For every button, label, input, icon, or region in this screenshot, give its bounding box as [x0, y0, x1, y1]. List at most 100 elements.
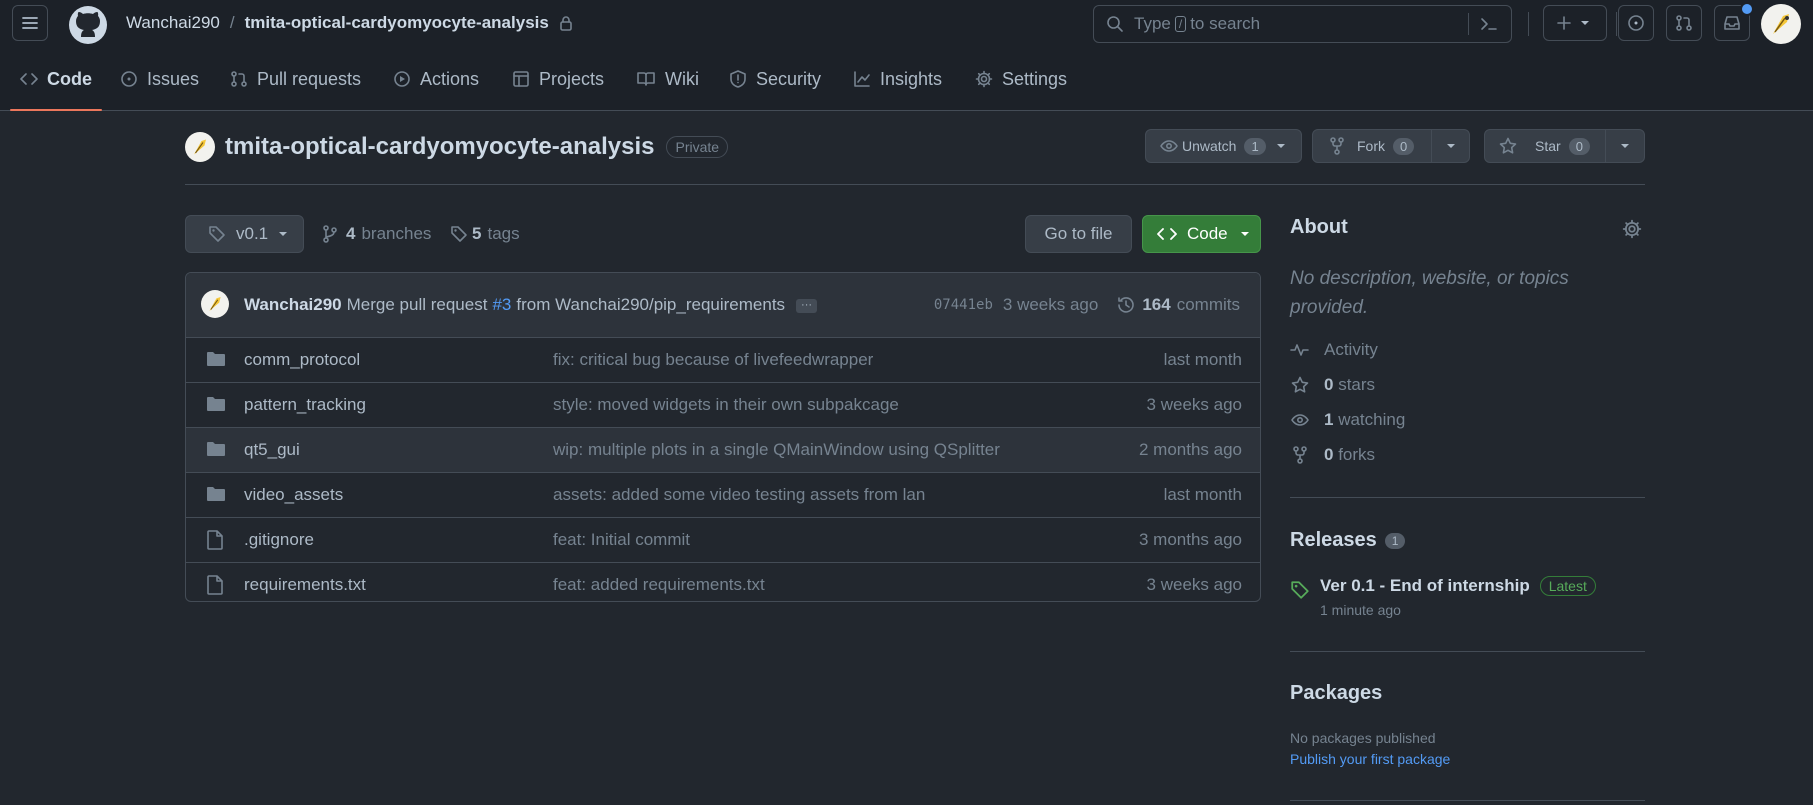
commit-message-suffix: from Wanchai290/pip_requirements [516, 295, 786, 314]
packages-heading[interactable]: Packages [1290, 682, 1382, 705]
menu-button[interactable] [12, 5, 48, 41]
avatar-image [1773, 14, 1789, 34]
github-logo[interactable] [68, 5, 108, 45]
watchers-link[interactable]: 1 watching [1290, 410, 1405, 430]
file-icon-wrap [206, 575, 224, 595]
commit-age: 3 weeks ago [1002, 295, 1099, 314]
commit-expand-button[interactable]: ··· [796, 299, 818, 313]
branch-icon [323, 225, 337, 243]
release-item[interactable]: Ver 0.1 - End of internship Latest 1 min… [1290, 576, 1596, 618]
commits-history-link[interactable]: 164 commits [1116, 295, 1240, 315]
issues-button[interactable] [1618, 5, 1654, 41]
book-icon [637, 72, 655, 86]
file-row[interactable]: .gitignore feat: Initial commit 3 months a… [186, 517, 1260, 562]
branches-link[interactable]: 4 branches [322, 224, 431, 244]
file-row[interactable]: pattern_tracking style: moved widgets in … [186, 382, 1260, 427]
file-row[interactable]: video_assets assets: added some video tes… [186, 472, 1260, 517]
pull-request-icon [231, 71, 247, 87]
tab-wiki[interactable]: Wiki [636, 48, 699, 110]
chevron-down-icon [1446, 144, 1455, 148]
tab-label: Pull requests [257, 68, 362, 89]
file-commit-age: 3 months ago [1138, 530, 1242, 549]
tags-link[interactable]: 5 tags [450, 224, 520, 244]
tab-actions[interactable]: Actions [393, 48, 479, 110]
fork-button[interactable]: Fork 0 [1313, 130, 1432, 162]
publish-package-link[interactable]: Publish your first package [1290, 751, 1450, 767]
code-button[interactable]: Code [1142, 215, 1261, 253]
tag-icon [209, 226, 225, 242]
star-button-group: Star 0 [1484, 129, 1645, 163]
inbox-button[interactable] [1714, 2, 1754, 41]
notification-dot [1740, 2, 1754, 16]
branch-selector[interactable]: v0.1 [185, 215, 304, 253]
file-row[interactable]: qt5_gui wip: multiple plots in a single Q… [186, 427, 1260, 472]
commit-pr-link[interactable]: #3 [492, 295, 511, 315]
file-commit-message[interactable]: wip: multiple plots in a single QMainWin… [553, 440, 1000, 460]
tab-label: Insights [880, 68, 943, 89]
forks-link[interactable]: 0 forks [1290, 445, 1375, 465]
file-commit-message[interactable]: feat: Initial commit [553, 530, 690, 550]
commit-author-avatar[interactable] [201, 290, 229, 318]
star-dropdown[interactable] [1606, 143, 1644, 149]
repo-title[interactable]: tmita-optical-cardyomyocyte-analysis [225, 133, 654, 161]
tab-label: Actions [420, 68, 480, 89]
file-name[interactable]: .gitignore [244, 530, 314, 550]
command-palette-icon[interactable] [1479, 16, 1499, 32]
commit-sha[interactable]: 07441eb [934, 297, 993, 313]
avatar[interactable] [1761, 4, 1801, 44]
branches-count: 4 [346, 224, 356, 243]
go-to-file-button[interactable]: Go to file [1025, 215, 1132, 253]
release-name: Ver 0.1 - End of internship [1320, 576, 1530, 595]
file-name[interactable]: requirements.txt [244, 575, 366, 595]
tab-security[interactable]: Security [729, 48, 821, 110]
file-commit-message[interactable]: style: moved widgets in their own subpak… [553, 395, 899, 415]
repo-owner-avatar[interactable] [185, 132, 215, 162]
commit-author[interactable]: Wanchai290 [244, 295, 342, 315]
file-commit-message[interactable]: feat: added requirements.txt [553, 575, 765, 595]
tab-issues[interactable]: Issues [120, 48, 199, 110]
releases-heading[interactable]: Releases [1290, 529, 1377, 552]
fork-icon [1293, 446, 1307, 464]
issue-icon [121, 71, 137, 87]
file-row[interactable]: comm_protocol fix: critical bug because o… [186, 338, 1260, 382]
file-row[interactable]: requirements.txt feat: added requirements… [186, 562, 1260, 601]
history-icon [1118, 297, 1135, 313]
fork-count: 0 [1393, 137, 1415, 155]
avatar-image [194, 139, 206, 155]
search-input[interactable]: Type / to search [1093, 5, 1512, 43]
file-commit-age: 3 weeks ago [1146, 575, 1242, 594]
top-bar: Wanchai290 / tmita-optical-cardyomyocyte… [0, 0, 1813, 48]
shield-icon [730, 70, 746, 88]
file-name[interactable]: video_assets [244, 485, 343, 505]
tab-code[interactable]: Code [10, 48, 102, 111]
stars-count: 0 [1324, 375, 1334, 394]
create-new-button[interactable] [1543, 5, 1607, 41]
file-commit-message[interactable]: fix: critical bug because of livefeedwra… [553, 350, 873, 370]
gear-icon[interactable] [1622, 219, 1642, 239]
file-name[interactable]: pattern_tracking [244, 395, 366, 415]
about-heading: About [1290, 216, 1348, 238]
breadcrumb-owner[interactable]: Wanchai290 [126, 13, 220, 33]
activity-link[interactable]: Activity [1290, 340, 1378, 360]
tab-insights[interactable]: Insights [853, 48, 942, 110]
tab-projects[interactable]: Projects [512, 48, 604, 110]
fork-dropdown[interactable] [1432, 143, 1469, 149]
graph-icon [854, 71, 870, 87]
file-browser: Wanchai290 Merge pull request #3 from Wa… [185, 272, 1261, 602]
star-button[interactable]: Star 0 [1485, 130, 1606, 162]
star-count: 0 [1568, 137, 1590, 155]
tag-icon [1291, 581, 1309, 599]
pull-requests-button[interactable] [1666, 5, 1702, 41]
star-icon [1291, 376, 1309, 393]
gear-icon [975, 70, 993, 88]
breadcrumb-repo[interactable]: tmita-optical-cardyomyocyte-analysis [245, 13, 549, 33]
stars-link[interactable]: 0 stars [1290, 375, 1375, 395]
file-name[interactable]: qt5_gui [244, 440, 300, 460]
commit-message-prefix: Merge pull request [346, 295, 488, 314]
file-name[interactable]: comm_protocol [244, 350, 360, 370]
file-commit-age: 3 weeks ago [1146, 395, 1242, 414]
tab-pull-requests[interactable]: Pull requests [230, 48, 361, 110]
tab-settings[interactable]: Settings [975, 48, 1067, 110]
unwatch-button[interactable]: Unwatch 1 [1145, 129, 1302, 163]
file-commit-message[interactable]: assets: added some video testing assets … [553, 485, 925, 505]
